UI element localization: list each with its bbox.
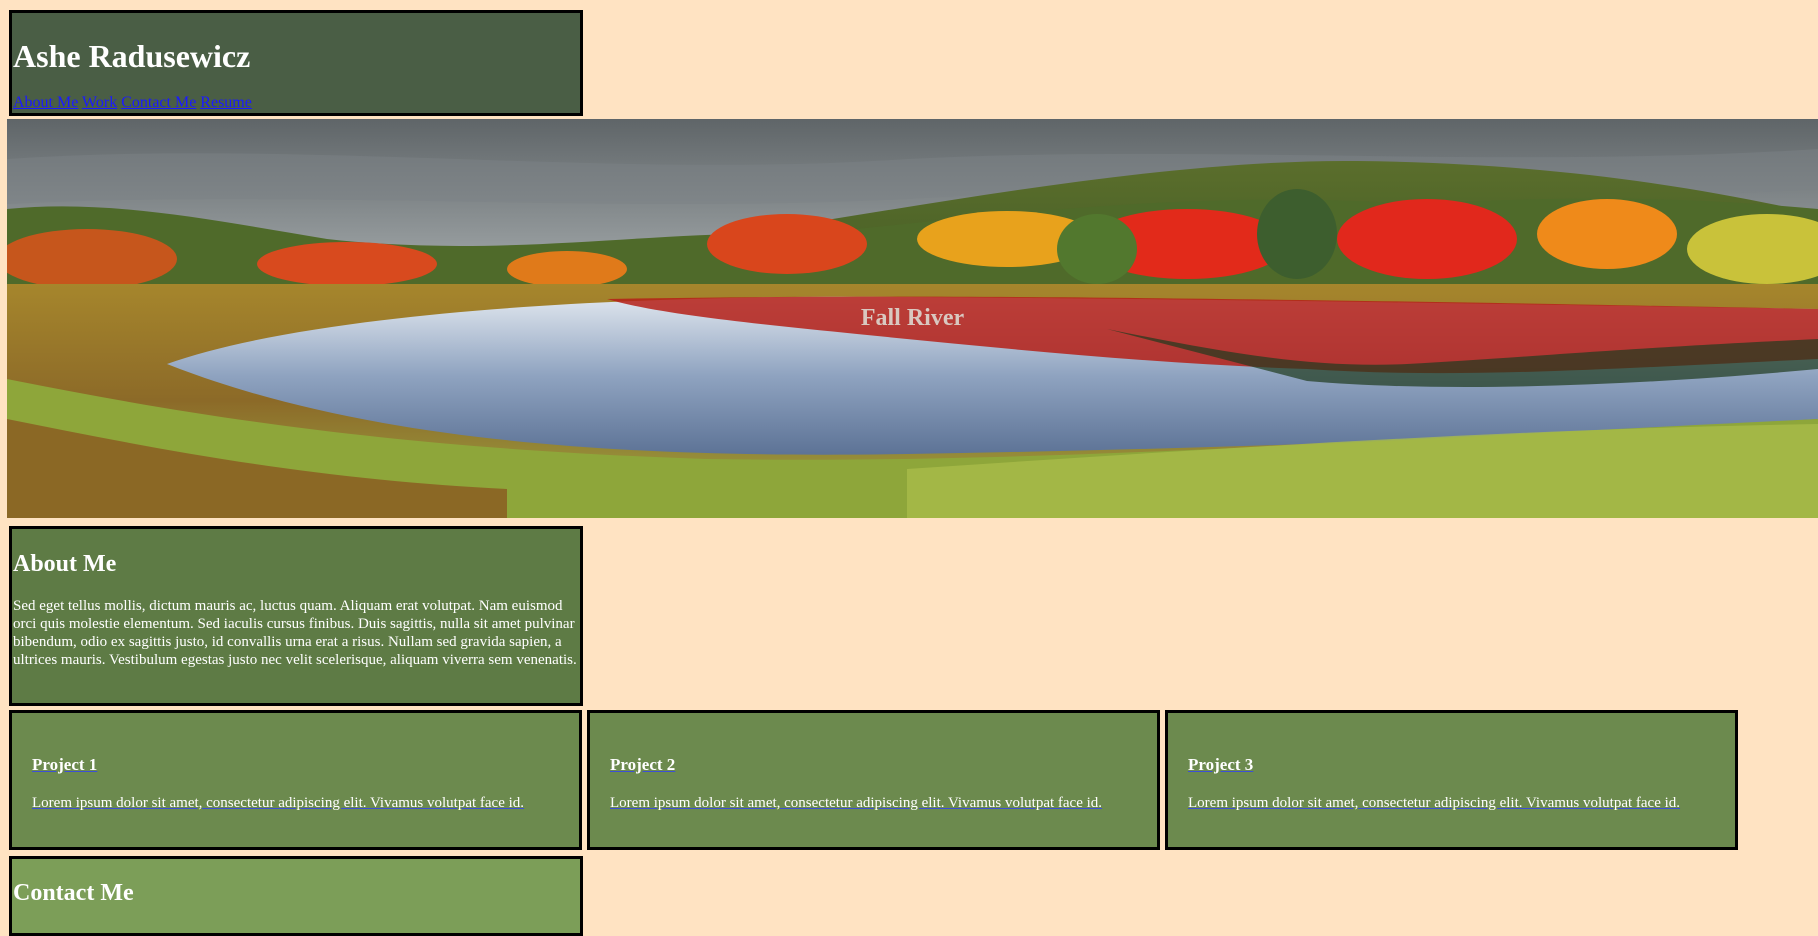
- hero-banner: Fall River: [7, 119, 1818, 518]
- project-card-1[interactable]: Project 1 Lorem ipsum dolor sit amet, co…: [9, 710, 582, 850]
- contact-heading: Contact Me: [13, 880, 134, 906]
- site-title: Ashe Radusewicz: [13, 38, 251, 74]
- about-text: Sed eget tellus mollis, dictum mauris ac…: [13, 598, 577, 668]
- project-description[interactable]: Lorem ipsum dolor sit amet, consectetur …: [32, 794, 572, 812]
- project-description[interactable]: Lorem ipsum dolor sit amet, consectetur …: [1188, 794, 1728, 812]
- main-nav: About Me Work Contact Me Resume: [13, 93, 252, 113]
- project-card-2[interactable]: Project 2 Lorem ipsum dolor sit amet, co…: [587, 710, 1160, 850]
- project-description[interactable]: Lorem ipsum dolor sit amet, consectetur …: [610, 794, 1150, 812]
- about-section: About Me Sed eget tellus mollis, dictum …: [9, 526, 583, 706]
- project-title[interactable]: Project 1: [32, 755, 97, 775]
- hero-title: Fall River: [860, 305, 965, 331]
- project-title[interactable]: Project 2: [610, 755, 675, 775]
- nav-link-resume[interactable]: Resume: [200, 94, 252, 111]
- nav-link-contact-me[interactable]: Contact Me: [121, 94, 196, 111]
- nav-link-work[interactable]: Work: [82, 94, 117, 111]
- site-header: Ashe Radusewicz About Me Work Contact Me…: [9, 10, 583, 116]
- project-card-3[interactable]: Project 3 Lorem ipsum dolor sit amet, co…: [1165, 710, 1738, 850]
- project-title[interactable]: Project 3: [1188, 755, 1253, 775]
- nav-link-about-me[interactable]: About Me: [13, 94, 78, 111]
- about-heading: About Me: [13, 551, 117, 577]
- contact-section: Contact Me: [9, 856, 583, 936]
